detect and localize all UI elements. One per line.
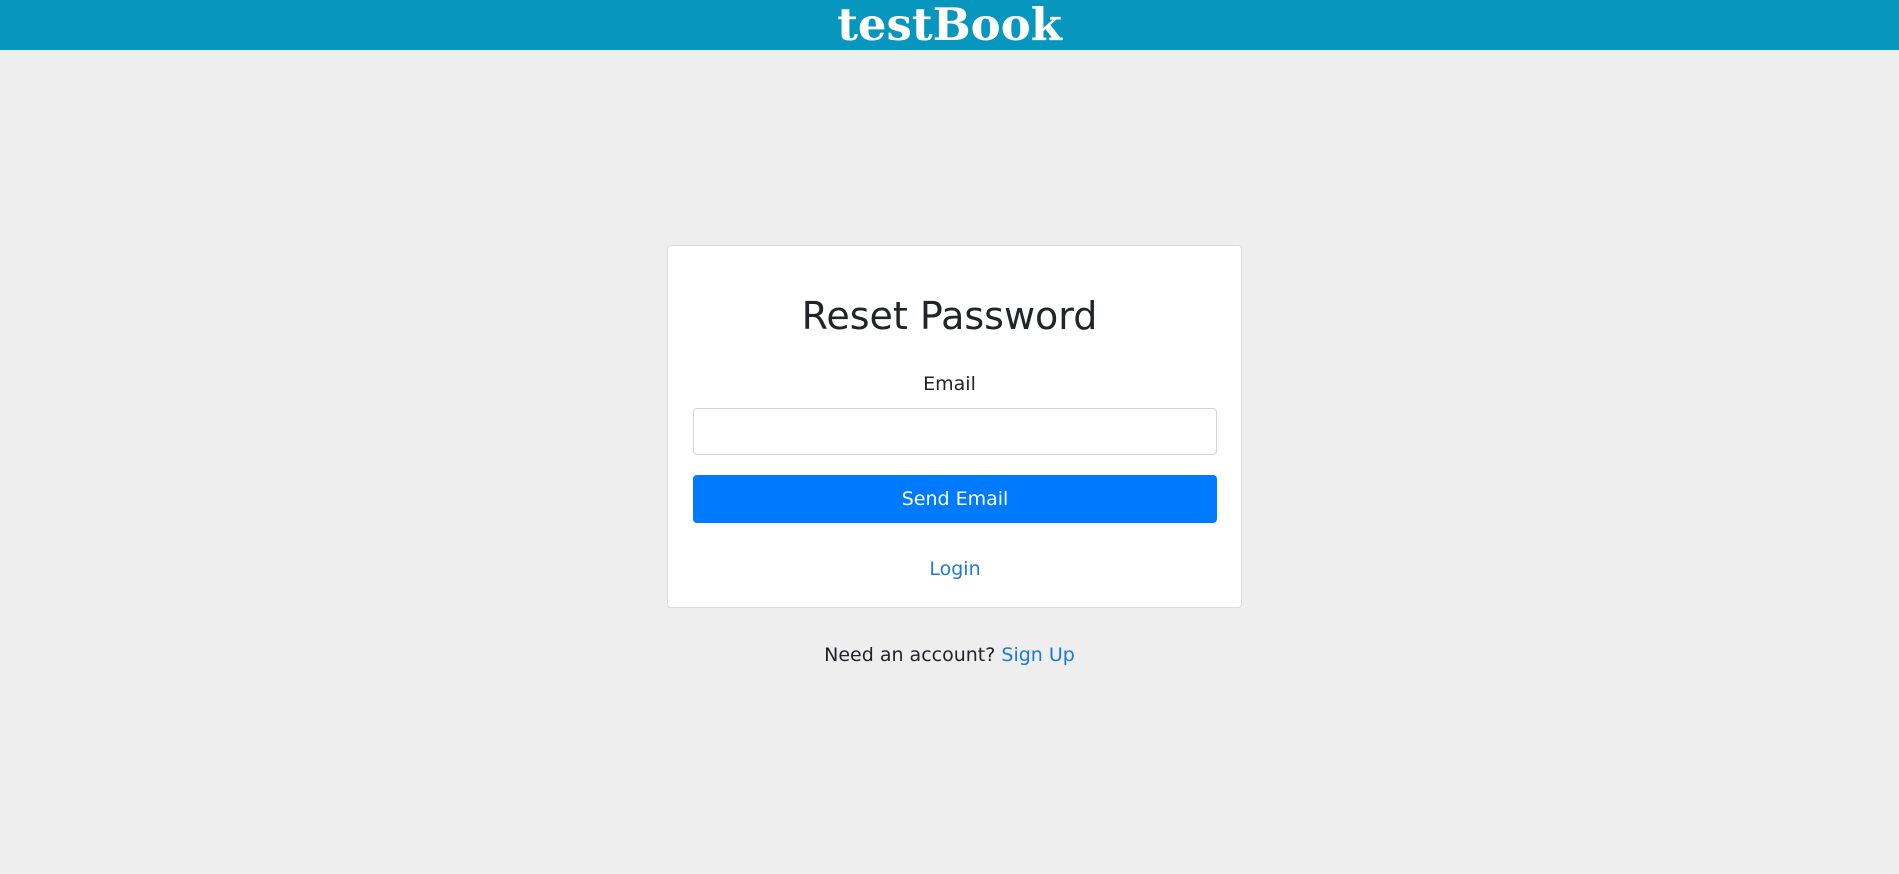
send-email-button[interactable]: Send Email bbox=[693, 475, 1217, 523]
brand-logo[interactable]: testBook bbox=[837, 0, 1062, 50]
page-title: Reset Password bbox=[801, 294, 1098, 338]
signup-link[interactable]: Sign Up bbox=[1001, 644, 1074, 666]
login-link[interactable]: Login bbox=[900, 556, 1010, 582]
email-field[interactable] bbox=[693, 408, 1217, 455]
email-label: Email bbox=[923, 373, 976, 395]
signup-prompt: Need an account? Sign Up bbox=[0, 642, 1899, 668]
signup-prompt-text: Need an account? bbox=[824, 644, 996, 666]
top-bar: testBook bbox=[0, 0, 1899, 50]
